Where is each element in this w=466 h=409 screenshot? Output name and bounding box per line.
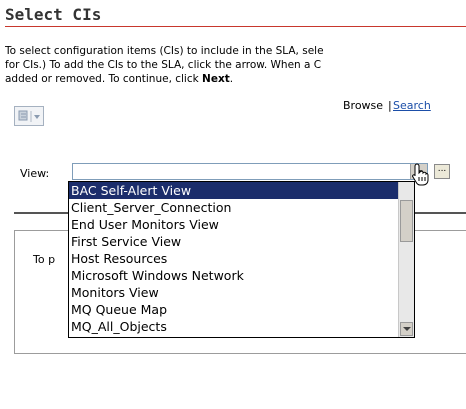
view-option-mq-queue-map[interactable]: MQ Queue Map	[69, 301, 400, 318]
view-option-client-server-connection[interactable]: Client_Server_Connection	[69, 199, 400, 216]
scroll-down-arrow-icon[interactable]	[400, 322, 413, 336]
scrollbar-thumb[interactable]	[400, 200, 413, 242]
dropdown-scrollbar[interactable]	[398, 182, 414, 337]
view-option-end-user-monitors[interactable]: End User Monitors View	[69, 216, 400, 233]
instructions-line-2: for CIs.) To add the CIs to the SLA, cli…	[5, 59, 322, 71]
view-option-monitors-view[interactable]: Monitors View	[69, 284, 400, 301]
view-option-microsoft-windows-network[interactable]: Microsoft Windows Network	[69, 267, 400, 284]
view-select[interactable]	[72, 163, 428, 180]
instructions-line-3-suffix: .	[229, 73, 234, 85]
view-label: View:	[20, 167, 50, 180]
content-text: To p	[33, 253, 56, 266]
hand-pointer-icon	[412, 163, 429, 186]
instructions-line-3-prefix: added or removed. To continue, click	[5, 73, 203, 85]
view-menu-button[interactable]	[14, 106, 44, 126]
view-option-host-resources[interactable]: Host Resources	[69, 250, 400, 267]
view-option-bac-self-alert[interactable]: BAC Self-Alert View	[69, 182, 400, 199]
view-option-first-service[interactable]: First Service View	[69, 233, 400, 250]
page-title: Select CIs	[5, 4, 466, 27]
instructions-line-1: To select configuration items (CIs) to i…	[5, 45, 324, 57]
browse-search-separator: |	[388, 99, 392, 112]
view-menu-icon	[18, 110, 40, 122]
next-keyword: Next	[202, 73, 230, 85]
search-link[interactable]: Search	[393, 99, 431, 112]
view-option-mq-all-objects[interactable]: MQ_All_Objects	[69, 318, 400, 335]
view-more-button[interactable]: ...	[434, 164, 450, 179]
instructions-line-3: added or removed. To continue, click Nex…	[5, 72, 466, 86]
view-dropdown-list[interactable]: BAC Self-Alert View Client_Server_Connec…	[68, 181, 415, 338]
browse-label: Browse	[343, 99, 384, 112]
